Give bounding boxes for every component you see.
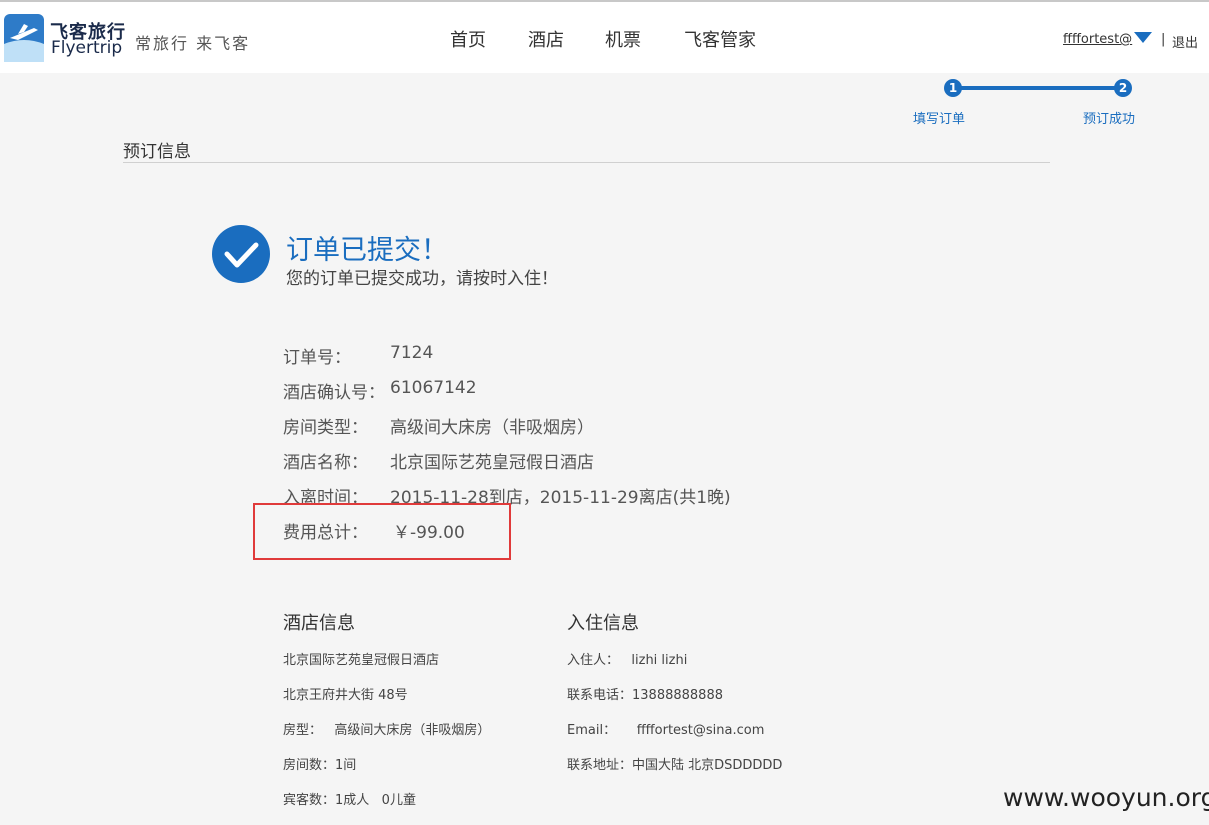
site-header: 飞客旅行 Flyertrip 常旅行 来飞客 首页 酒店 机票 飞客管家 fff… — [0, 2, 1209, 73]
airplane-logo-icon[interactable] — [4, 14, 44, 62]
step-2-indicator: 2 — [1114, 79, 1132, 97]
slogan: 常旅行 来飞客 — [135, 34, 251, 53]
user-account-link[interactable]: ffffortest@ — [1063, 32, 1132, 47]
logout-link[interactable]: 退出 — [1172, 32, 1198, 51]
checkmark-circle-icon — [212, 225, 270, 283]
guest-info-phone: 联系电话：13888888888 — [567, 688, 723, 703]
confirmation-number-value: 61067142 — [390, 378, 477, 398]
brand-name-en: Flyertrip — [51, 38, 123, 58]
hotel-info-room-type: 房型： 高级间大床房（非吸烟房） — [283, 723, 491, 738]
chevron-down-icon[interactable] — [1134, 32, 1152, 43]
highlight-box — [253, 503, 511, 560]
hotel-info-rooms: 房间数：1间 — [283, 758, 357, 773]
hotel-name-label: 酒店名称： — [283, 453, 368, 473]
guest-info-name: 入住人： lizhi lizhi — [567, 653, 688, 668]
success-title: 订单已提交！ — [286, 235, 448, 266]
guest-info-title: 入住信息 — [567, 613, 639, 634]
nav-hotel[interactable]: 酒店 — [528, 26, 564, 52]
order-number-label: 订单号： — [283, 348, 351, 368]
hotel-info-title: 酒店信息 — [283, 613, 355, 634]
watermark: www.wooyun.org — [1003, 783, 1209, 812]
room-type-label: 房间类型： — [283, 418, 368, 438]
confirmation-number-label: 酒店确认号： — [283, 383, 385, 403]
nav-home[interactable]: 首页 — [450, 26, 486, 52]
hotel-info-guests: 宾客数：1成人 0儿童 — [283, 793, 416, 808]
success-subtitle: 您的订单已提交成功，请按时入住！ — [286, 269, 558, 289]
room-type-value: 高级间大床房（非吸烟房） — [390, 418, 594, 438]
step-1-indicator: 1 — [944, 79, 962, 97]
section-divider — [123, 162, 1050, 163]
step-1-label: 填写订单 — [913, 112, 966, 127]
order-number-value: 7124 — [390, 343, 434, 363]
progress-line — [953, 86, 1123, 90]
step-2-label: 预订成功 — [1083, 112, 1136, 127]
hotel-info-name: 北京国际艺苑皇冠假日酒店 — [283, 653, 440, 668]
nav-concierge[interactable]: 飞客管家 — [684, 26, 756, 52]
section-title: 预订信息 — [123, 142, 191, 162]
hotel-name-value: 北京国际艺苑皇冠假日酒店 — [390, 453, 594, 473]
guest-info-email: Email： ffffortest@sina.com — [567, 723, 765, 738]
nav-flights[interactable]: 机票 — [605, 26, 641, 52]
guest-info-address: 联系地址：中国大陆 北京DSDDDDD — [567, 758, 783, 773]
hotel-info-address: 北京王府井大街 48号 — [283, 688, 408, 703]
separator: | — [1161, 32, 1166, 47]
